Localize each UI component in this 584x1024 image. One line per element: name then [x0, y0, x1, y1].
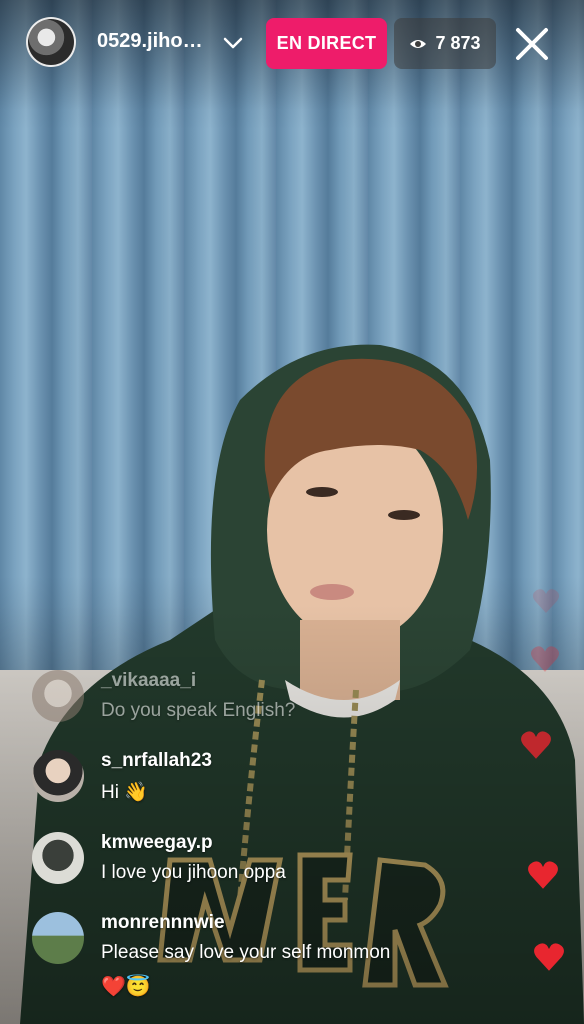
comment-avatar[interactable]: [32, 750, 84, 802]
heart-icon: [528, 861, 558, 889]
chevron-down-icon[interactable]: [222, 32, 244, 54]
eye-icon: [410, 39, 427, 48]
comment-avatar[interactable]: [32, 912, 84, 964]
host-avatar[interactable]: [26, 17, 76, 67]
comment-text: Do you speak English?: [101, 700, 296, 721]
heart-icon: [532, 589, 560, 613]
comment-text: Please say love your self monmon: [101, 942, 391, 963]
heart-icon: [534, 943, 564, 971]
comment-username[interactable]: _vikaaaa_i: [101, 670, 196, 692]
comment-avatar[interactable]: [32, 670, 84, 722]
host-username[interactable]: 0529.jiho…: [97, 30, 203, 53]
comment-avatar[interactable]: [32, 832, 84, 884]
live-badge: EN DIRECT: [266, 18, 387, 69]
viewer-count-badge[interactable]: 7 873: [394, 18, 496, 69]
viewer-count: 7 873: [435, 33, 481, 53]
comment-text: I love you jihoon oppa: [101, 862, 286, 883]
comment-username[interactable]: monrennnwie: [101, 912, 225, 934]
comment-username[interactable]: s_nrfallah23: [101, 750, 212, 772]
live-video: [0, 0, 584, 1024]
heart-icon: [530, 646, 560, 672]
comment-emoji: ❤️😇: [101, 976, 151, 998]
close-icon[interactable]: [512, 24, 552, 64]
comment-text: Hi 👋: [101, 782, 148, 803]
heart-icon: [521, 731, 551, 759]
comment-username[interactable]: kmweegay.p: [101, 832, 213, 854]
live-header: 0529.jiho… EN DIRECT 7 873: [0, 0, 584, 90]
